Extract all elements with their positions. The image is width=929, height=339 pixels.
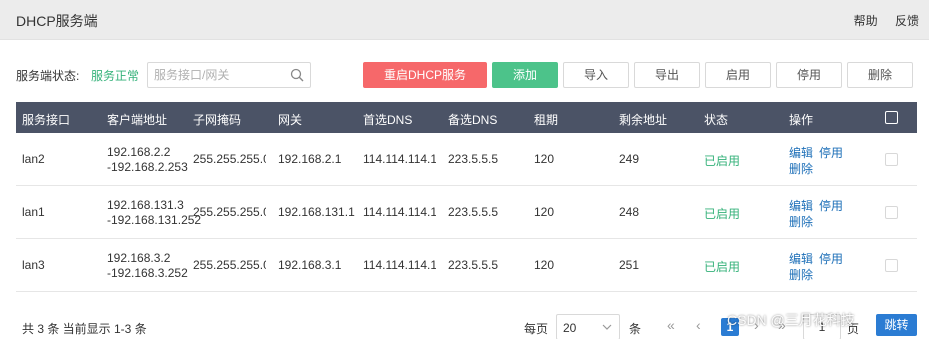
cell-primary-dns: 114.114.114.114 bbox=[363, 152, 436, 166]
delete-button[interactable]: 删除 bbox=[847, 62, 913, 88]
dhcp-server-table: 服务接口 客户端地址 子网掩码 网关 首选DNS 备选DNS 租期 剩余地址 状… bbox=[16, 102, 917, 292]
jump-button[interactable]: 跳转 bbox=[876, 314, 917, 336]
search-input[interactable] bbox=[148, 63, 278, 87]
column-header-remaining[interactable]: 剩余地址 bbox=[619, 111, 667, 128]
table-header: 服务接口 客户端地址 子网掩码 网关 首选DNS 备选DNS 租期 剩余地址 状… bbox=[16, 102, 917, 133]
row-checkbox[interactable] bbox=[885, 206, 898, 219]
pagination-bar: 共 3 条 当前显示 1-3 条 每页 20 条 « ‹ 1 › » 1 页 跳… bbox=[16, 312, 917, 339]
column-header-primary-dns[interactable]: 首选DNS bbox=[363, 111, 412, 128]
page-title: DHCP服务端 bbox=[16, 13, 98, 29]
client-address-start: 192.168.2.2 bbox=[107, 145, 171, 159]
row-actions: 编辑 停用 删除 bbox=[789, 198, 859, 230]
disable-link[interactable]: 停用 bbox=[819, 252, 843, 266]
per-page-value: 20 bbox=[563, 321, 577, 335]
current-page-button[interactable]: 1 bbox=[721, 318, 739, 336]
chevron-down-icon bbox=[602, 324, 612, 330]
cell-remaining: 251 bbox=[619, 258, 640, 272]
restart-dhcp-button[interactable]: 重启DHCP服务 bbox=[363, 62, 487, 88]
double-chevron-left-icon[interactable]: « bbox=[667, 317, 675, 333]
disable-link[interactable]: 停用 bbox=[819, 146, 843, 160]
cell-netmask: 255.255.255.0 bbox=[193, 205, 266, 219]
toolbar: 服务端状态: 服务正常 重启DHCP服务 添加 导入 导出 启用 停用 删除 bbox=[16, 62, 913, 88]
service-status-value: 服务正常 bbox=[91, 69, 140, 83]
cell-interface: lan3 bbox=[22, 258, 45, 272]
cell-lease: 120 bbox=[534, 152, 555, 166]
cell-client-address: 192.168.2.2 -192.168.2.253 bbox=[107, 145, 192, 175]
help-link[interactable]: 帮助 bbox=[854, 14, 878, 28]
service-status-label: 服务端状态: bbox=[16, 69, 80, 83]
status-badge: 已启用 bbox=[704, 154, 741, 168]
cell-primary-dns: 114.114.114.114 bbox=[363, 258, 436, 272]
client-address-start: 192.168.131.3 bbox=[107, 198, 184, 212]
cell-lease: 120 bbox=[534, 205, 555, 219]
page-unit-label: 页 bbox=[847, 322, 860, 336]
cell-secondary-dns: 223.5.5.5 bbox=[448, 205, 499, 219]
cell-remaining: 248 bbox=[619, 205, 640, 219]
delete-link[interactable]: 删除 bbox=[789, 215, 813, 229]
row-actions: 编辑 停用 删除 bbox=[789, 251, 859, 283]
client-address-start: 192.168.3.2 bbox=[107, 251, 171, 265]
cell-client-address: 192.168.3.2 -192.168.3.252 bbox=[107, 251, 192, 281]
column-header-interface[interactable]: 服务接口 bbox=[22, 111, 70, 128]
cell-lease: 120 bbox=[534, 258, 555, 272]
column-header-netmask[interactable]: 子网掩码 bbox=[193, 111, 241, 128]
delete-link[interactable]: 删除 bbox=[789, 268, 813, 282]
cell-secondary-dns: 223.5.5.5 bbox=[448, 152, 499, 166]
import-button[interactable]: 导入 bbox=[563, 62, 629, 88]
column-header-status[interactable]: 状态 bbox=[704, 111, 728, 128]
header-links: 帮助 反馈 bbox=[840, 12, 919, 29]
enable-button[interactable]: 启用 bbox=[705, 62, 771, 88]
delete-link[interactable]: 删除 bbox=[789, 162, 813, 176]
table-row: lan2 192.168.2.2 -192.168.2.253 255.255.… bbox=[16, 133, 917, 186]
status-badge: 已启用 bbox=[704, 260, 741, 274]
cell-primary-dns: 114.114.114.114 bbox=[363, 205, 436, 219]
cell-client-address: 192.168.131.3 -192.168.131.252 bbox=[107, 198, 202, 228]
cell-interface: lan2 bbox=[22, 152, 45, 166]
column-header-client-address[interactable]: 客户端地址 bbox=[107, 111, 167, 128]
column-header-gateway[interactable]: 网关 bbox=[278, 111, 302, 128]
per-page-select[interactable]: 20 bbox=[556, 314, 620, 339]
add-button[interactable]: 添加 bbox=[492, 62, 558, 88]
table-row: lan1 192.168.131.3 -192.168.131.252 255.… bbox=[16, 186, 917, 239]
per-page-label: 每页 bbox=[524, 322, 549, 336]
cell-netmask: 255.255.255.0 bbox=[193, 258, 266, 272]
search-box bbox=[147, 62, 311, 88]
chevron-left-icon[interactable]: ‹ bbox=[696, 317, 701, 333]
table-row: lan3 192.168.3.2 -192.168.3.252 255.255.… bbox=[16, 239, 917, 292]
row-checkbox[interactable] bbox=[885, 259, 898, 272]
disable-button[interactable]: 停用 bbox=[776, 62, 842, 88]
cell-gateway: 192.168.3.1 bbox=[278, 258, 342, 272]
disable-link[interactable]: 停用 bbox=[819, 199, 843, 213]
column-header-secondary-dns[interactable]: 备选DNS bbox=[448, 111, 497, 128]
row-actions: 编辑 停用 删除 bbox=[789, 145, 859, 177]
edit-link[interactable]: 编辑 bbox=[789, 146, 813, 160]
cell-gateway: 192.168.2.1 bbox=[278, 152, 342, 166]
title-bar: DHCP服务端 帮助 反馈 bbox=[0, 0, 929, 40]
edit-link[interactable]: 编辑 bbox=[789, 252, 813, 266]
cell-interface: lan1 bbox=[22, 205, 45, 219]
client-address-end: -192.168.131.252 bbox=[107, 213, 202, 227]
client-address-end: -192.168.3.252 bbox=[107, 266, 188, 280]
chevron-right-icon[interactable]: › bbox=[754, 317, 759, 333]
status-badge: 已启用 bbox=[704, 207, 741, 221]
search-icon[interactable] bbox=[290, 68, 304, 82]
column-header-actions: 操作 bbox=[789, 113, 814, 127]
double-chevron-right-icon[interactable]: » bbox=[778, 317, 786, 333]
feedback-link[interactable]: 反馈 bbox=[895, 14, 919, 28]
cell-gateway: 192.168.131.1 bbox=[278, 205, 355, 219]
per-page-unit: 条 bbox=[629, 322, 642, 336]
page-jump-input[interactable]: 1 bbox=[803, 314, 841, 339]
record-summary: 共 3 条 当前显示 1-3 条 bbox=[22, 322, 147, 336]
column-header-lease[interactable]: 租期 bbox=[534, 111, 558, 128]
row-checkbox[interactable] bbox=[885, 153, 898, 166]
cell-netmask: 255.255.255.0 bbox=[193, 152, 266, 166]
select-all-checkbox[interactable] bbox=[885, 111, 898, 124]
client-address-end: -192.168.2.253 bbox=[107, 160, 188, 174]
cell-secondary-dns: 223.5.5.5 bbox=[448, 258, 499, 272]
cell-remaining: 249 bbox=[619, 152, 640, 166]
export-button[interactable]: 导出 bbox=[634, 62, 700, 88]
edit-link[interactable]: 编辑 bbox=[789, 199, 813, 213]
